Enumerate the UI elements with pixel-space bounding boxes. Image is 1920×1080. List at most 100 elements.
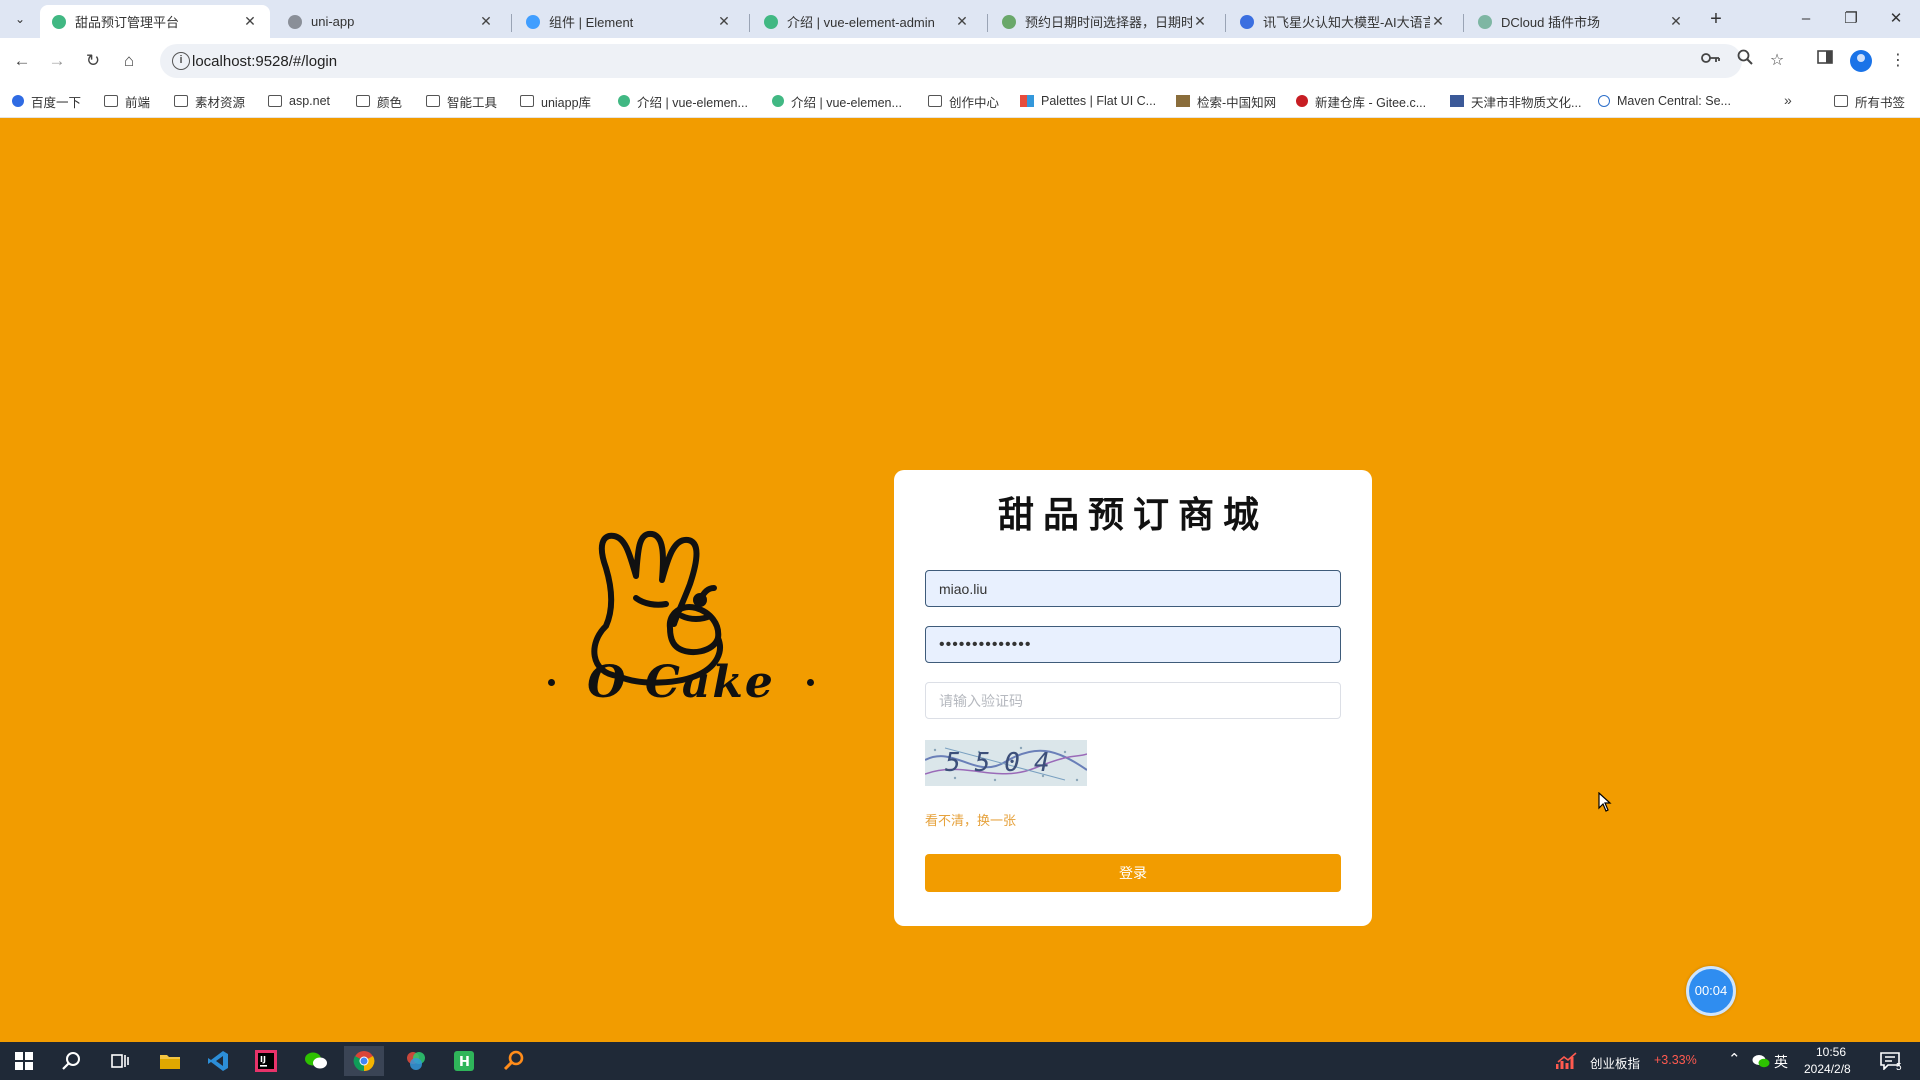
all-bookmarks-folder[interactable]: 所有书签 [1834, 90, 1905, 112]
username-input[interactable] [925, 570, 1341, 607]
refresh-captcha-link[interactable]: 看不清，换一张 [925, 810, 1016, 829]
key-icon[interactable] [1700, 51, 1722, 71]
tab-title: 讯飞星火认知大模型-AI大语言模型 [1263, 15, 1430, 30]
sidepanel-icon[interactable] [1812, 48, 1838, 74]
tab-element[interactable]: 组件 | Element ✕ [514, 5, 744, 38]
recording-timer[interactable]: 00:04 [1686, 966, 1736, 1016]
bookmark-folder[interactable]: 颜色 [356, 90, 402, 112]
folder-icon [928, 95, 942, 107]
bookmark-label: 天津市非物质文化... [1471, 95, 1582, 110]
bookmark-folder[interactable]: 智能工具 [426, 90, 497, 112]
chevron-more-icon[interactable]: » [1784, 92, 1792, 108]
favicon-vue-icon [772, 95, 784, 107]
reload-icon[interactable]: ↻ [79, 47, 107, 75]
profile-icon[interactable] [1850, 50, 1872, 72]
bookmark-folder[interactable]: uniapp库 [520, 90, 591, 112]
clock-time[interactable]: 10:56 [1816, 1045, 1846, 1059]
ime-indicator[interactable]: 英 [1774, 1052, 1788, 1072]
bookmark-folder[interactable]: 素材资源 [174, 90, 245, 112]
close-icon[interactable]: ✕ [1668, 13, 1684, 30]
tab-datetime-picker[interactable]: 预约日期时间选择器，日期时间 ✕ [990, 5, 1220, 38]
captcha-image[interactable]: 5504 [925, 740, 1087, 786]
close-icon[interactable]: ✕ [1430, 13, 1446, 30]
folder-icon [426, 95, 440, 107]
tab-title: DCloud 插件市场 [1501, 15, 1600, 30]
intellij-icon[interactable]: IJ [246, 1046, 286, 1076]
tab-active[interactable]: 甜品预订管理平台 ✕ [40, 5, 270, 38]
password-input[interactable] [925, 626, 1341, 663]
minimize-button[interactable]: – [1792, 6, 1820, 32]
bookmark-item[interactable]: 检索-中国知网 [1176, 90, 1276, 112]
clock-date[interactable]: 2024/2/8 [1804, 1062, 1851, 1076]
bookmark-item[interactable]: Maven Central: Se... [1598, 90, 1731, 112]
login-button[interactable]: 登录 [925, 854, 1341, 892]
notification-count: 5 [1896, 1062, 1902, 1073]
tab-title: uni-app [311, 14, 355, 29]
new-tab-button[interactable]: + [1704, 7, 1728, 31]
favicon-vue-icon [618, 95, 630, 107]
tab-search-icon[interactable]: ⌄ [8, 8, 32, 30]
file-explorer-icon[interactable] [150, 1046, 190, 1076]
cnki-icon [1176, 95, 1190, 107]
tab-separator [511, 14, 512, 32]
close-icon[interactable]: ✕ [1192, 13, 1208, 30]
bookmark-item[interactable]: 介绍 | vue-elemen... [618, 90, 748, 112]
star-icon[interactable]: ☆ [1764, 48, 1790, 74]
search-tool-icon[interactable] [494, 1046, 534, 1076]
tray-chevron-up-icon[interactable]: ⌃ [1728, 1050, 1741, 1068]
element-icon [526, 14, 540, 29]
bookmark-label: uniapp库 [541, 95, 592, 110]
chrome-icon[interactable] [344, 1046, 384, 1076]
tab-separator [1463, 14, 1464, 32]
bookmark-item[interactable]: 介绍 | vue-elemen... [772, 90, 902, 112]
folder-icon [520, 95, 534, 107]
back-icon[interactable]: ← [8, 47, 36, 75]
forward-icon[interactable]: → [43, 47, 71, 75]
color-picker-icon[interactable] [396, 1046, 436, 1076]
close-icon[interactable]: ✕ [954, 13, 970, 30]
wechat-icon[interactable] [296, 1046, 336, 1076]
close-icon[interactable]: ✕ [478, 13, 494, 30]
tab-separator [1225, 14, 1226, 32]
close-icon[interactable]: ✕ [242, 13, 258, 30]
address-bar[interactable]: i localhost:9528/#/login [160, 44, 1742, 78]
tab-dcloud[interactable]: DCloud 插件市场 ✕ [1466, 5, 1696, 38]
restore-button[interactable]: ❐ [1837, 6, 1865, 32]
bookmark-label: 颜色 [377, 95, 403, 110]
zoom-icon[interactable] [1732, 48, 1758, 74]
window-close-button[interactable]: ✕ [1882, 6, 1910, 32]
bookmark-item[interactable]: Palettes | Flat UI C... [1020, 90, 1156, 112]
url-text[interactable]: localhost:9528/#/login [192, 53, 337, 70]
bookmark-item[interactable]: 新建仓库 - Gitee.c... [1296, 90, 1426, 112]
vscode-icon[interactable] [198, 1046, 238, 1076]
heritage-icon [1450, 95, 1464, 107]
bookmark-item[interactable]: 百度一下 [12, 90, 81, 112]
tab-separator [749, 14, 750, 32]
tab-title: 介绍 | vue-element-admin [787, 15, 935, 30]
folder-icon [174, 95, 188, 107]
search-icon[interactable] [52, 1046, 92, 1076]
close-icon[interactable]: ✕ [716, 13, 732, 30]
bookmark-folder[interactable]: asp.net [268, 90, 330, 112]
more-icon[interactable]: ⋮ [1885, 48, 1911, 74]
windows-start-icon[interactable] [4, 1046, 44, 1076]
bookmark-folder[interactable]: 创作中心 [928, 90, 999, 112]
brand-dot-left [548, 678, 555, 686]
browser-tab-bar: ⌄ 甜品预订管理平台 ✕ uni-app ✕ 组件 | Element ✕ 介绍… [0, 0, 1920, 38]
hbuilder-icon[interactable]: H [444, 1046, 484, 1076]
wechat-tray-icon[interactable] [1752, 1054, 1770, 1068]
site-info-icon[interactable]: i [172, 52, 190, 70]
stock-name: 创业板指 [1590, 1057, 1641, 1071]
bookmark-folder[interactable]: 前端 [104, 90, 150, 112]
home-icon[interactable]: ⌂ [115, 47, 143, 75]
folder-icon [104, 95, 118, 107]
tab-xunfei[interactable]: 讯飞星火认知大模型-AI大语言模型 ✕ [1228, 5, 1458, 38]
tab-uniapp[interactable]: uni-app ✕ [276, 5, 506, 38]
captcha-text: 5504 [945, 748, 1064, 778]
bookmark-item[interactable]: 天津市非物质文化... [1450, 90, 1581, 112]
bookmark-label: 所有书签 [1855, 95, 1906, 110]
task-view-icon[interactable] [100, 1046, 140, 1076]
stock-chart-icon[interactable] [1556, 1052, 1578, 1070]
captcha-input[interactable] [925, 682, 1341, 719]
tab-vue-element-admin[interactable]: 介绍 | vue-element-admin ✕ [752, 5, 982, 38]
